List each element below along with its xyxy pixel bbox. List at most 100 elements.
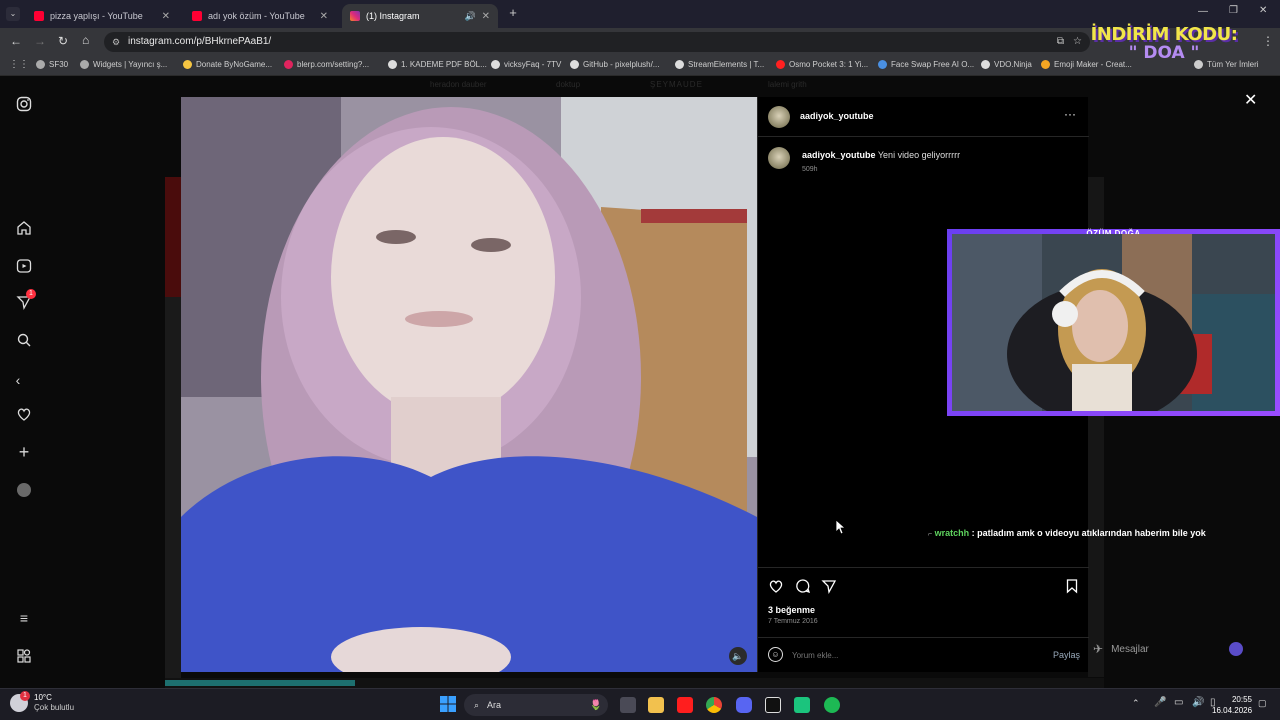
tray-overflow-icon[interactable]: ⌃ (1132, 698, 1140, 709)
instagram-logo-icon[interactable] (16, 96, 32, 112)
caption-avatar[interactable] (768, 147, 790, 169)
youtube-app-icon[interactable] (677, 697, 693, 713)
stream-chat-message: ⌐ wratchh : patladım amk o videoyu atıkl… (928, 528, 1206, 538)
comment-icon[interactable] (795, 578, 811, 599)
background-text: lalemi grith (768, 80, 807, 89)
mute-toggle-icon[interactable]: 🔈 (729, 647, 747, 665)
file-explorer-icon[interactable] (648, 697, 664, 713)
close-tab-icon[interactable]: ✕ (482, 11, 490, 22)
background-text: ŞEYMAUDE (650, 80, 703, 89)
tab-youtube-adiyok[interactable]: adı yok özüm - YouTube ✕ (184, 4, 336, 28)
search-label: Ara (487, 700, 502, 710)
bookmark-favicon-icon (491, 60, 500, 69)
bookmark-label: 1. KADEME PDF BÖL... (401, 60, 487, 69)
chrome-icon[interactable] (706, 697, 722, 713)
threads-icon[interactable] (16, 648, 32, 664)
comment-input[interactable] (792, 647, 1042, 663)
bookmark-item[interactable]: 1. KADEME PDF BÖL... (388, 60, 487, 69)
reload-icon[interactable]: ↻ (58, 34, 68, 48)
bookmark-star-icon[interactable]: ☆ (1073, 32, 1082, 52)
compass-icon[interactable]: ‹ (10, 372, 26, 388)
bookmark-favicon-icon (878, 60, 887, 69)
clock[interactable]: 20:55 16.04.2026 (1212, 694, 1252, 716)
bookmark-label: vicksyFaq - 7TV (504, 60, 562, 69)
author-username[interactable]: aadiyok_youtube (800, 111, 874, 121)
search-icon: ⌕ (474, 699, 480, 710)
speaker-icon[interactable]: 🔊 (465, 11, 476, 22)
emoji-icon[interactable]: ☺ (768, 647, 783, 662)
caption-username[interactable]: aadiyok_youtube (802, 150, 876, 160)
taskbar-search[interactable]: ⌕ Ara 🌷 (464, 694, 608, 716)
site-info-icon[interactable]: ⚙ (112, 32, 120, 52)
weather-widget[interactable]: 1 10°C Çok bulutlu (10, 691, 74, 713)
bookmark-favicon-icon (776, 60, 785, 69)
tab-search-icon[interactable]: ⌄ (6, 7, 20, 21)
back-icon[interactable]: ← (10, 34, 22, 48)
direct-messages-icon[interactable]: 1 (16, 289, 36, 310)
bookmark-item[interactable]: blerp.com/setting?... (284, 60, 369, 69)
extensions-icon[interactable]: ⋮ (1262, 34, 1274, 48)
close-tab-icon[interactable]: ✕ (320, 11, 328, 22)
create-plus-icon[interactable]: + (16, 443, 32, 461)
notifications-heart-icon[interactable] (16, 406, 32, 422)
microphone-icon[interactable]: 🎤 (1154, 697, 1166, 708)
bookmark-item[interactable]: GitHub - pixelplush/... (570, 60, 659, 69)
capcut-icon[interactable] (765, 697, 781, 713)
search-icon[interactable] (16, 332, 32, 348)
spotify-icon[interactable] (824, 697, 840, 713)
share-comment-button[interactable]: Paylaş (1053, 650, 1080, 660)
bookmark-item[interactable]: Osmo Pocket 3: 1 Yi... (776, 60, 868, 69)
install-app-icon[interactable]: ⧉ (1057, 32, 1064, 52)
maximize-icon[interactable]: ❐ (1229, 5, 1238, 16)
bookmark-favicon-icon (36, 60, 45, 69)
tab-instagram[interactable]: (1) Instagram 🔊 ✕ (342, 4, 498, 28)
notification-center-icon[interactable]: ▢ (1258, 698, 1267, 709)
minimize-icon[interactable]: — (1198, 6, 1208, 17)
bookmark-item[interactable]: StreamElements | T... (675, 60, 764, 69)
close-modal-icon[interactable]: ✕ (1244, 90, 1257, 110)
new-tab-button[interactable]: + (506, 6, 520, 20)
address-input[interactable]: ⚙ instagram.com/p/BHkrnePAaB1/ ⧉ ☆ (104, 32, 1090, 52)
bookmark-item[interactable]: Face Swap Free AI O... (878, 60, 974, 69)
post-header: aadiyok_youtube ··· (758, 97, 1089, 137)
bookmarks-bar: ⋮⋮ SF30 Widgets | Yayıncı ş... Donate ByNo… (0, 56, 1280, 76)
more-options-icon[interactable]: ··· (1064, 107, 1076, 121)
close-window-icon[interactable]: ✕ (1259, 5, 1267, 16)
bookmark-item[interactable]: vicksyFaq - 7TV (491, 60, 561, 69)
youtube-icon (192, 11, 202, 21)
share-icon[interactable] (821, 578, 837, 599)
like-heart-icon[interactable] (768, 578, 784, 599)
bookmark-item[interactable]: VDO.Ninja (981, 60, 1032, 69)
close-tab-icon[interactable]: ✕ (162, 11, 170, 22)
app-green-icon[interactable] (794, 697, 810, 713)
promo-line-2: " DOA " (1128, 43, 1200, 63)
menu-icon[interactable]: ≡ (16, 610, 32, 626)
post-video[interactable]: 🔈 (181, 97, 757, 672)
likes-count[interactable]: 3 beğenme (768, 605, 815, 615)
bookmark-item[interactable]: Donate ByNoGame... (183, 60, 272, 69)
tab-youtube-pizza[interactable]: pizza yaplışı - YouTube ✕ (26, 4, 178, 28)
reels-icon[interactable] (16, 258, 32, 274)
notification-badge: 1 (26, 289, 36, 299)
bookmark-label: Face Swap Free AI O... (891, 60, 975, 69)
save-bookmark-icon[interactable] (1064, 578, 1080, 599)
forward-icon[interactable]: → (34, 34, 46, 48)
author-avatar[interactable] (768, 106, 790, 128)
apps-grid-icon[interactable]: ⋮⋮ (9, 59, 29, 70)
start-button[interactable] (440, 696, 456, 712)
bookmark-label: blerp.com/setting?... (297, 60, 370, 69)
home-icon[interactable]: ⌂ (82, 33, 89, 47)
chat-badge-icon: ⌐ (928, 531, 933, 538)
network-icon[interactable]: ▭ (1174, 697, 1183, 708)
messages-button[interactable]: ✈ Mesajlar (1093, 638, 1243, 660)
bookmark-item[interactable]: Widgets | Yayıncı ş... (80, 60, 167, 69)
volume-icon[interactable]: 🔊 (1192, 697, 1204, 708)
bookmark-item[interactable]: SF30 (36, 60, 68, 69)
discord-icon[interactable] (736, 697, 752, 713)
task-view-icon[interactable] (620, 697, 636, 713)
background-bar (165, 680, 355, 686)
tab-label: adı yok özüm - YouTube (208, 11, 305, 21)
home-icon[interactable] (16, 220, 32, 236)
search-highlight-icon: 🌷 (589, 699, 602, 711)
profile-avatar[interactable] (16, 482, 32, 498)
